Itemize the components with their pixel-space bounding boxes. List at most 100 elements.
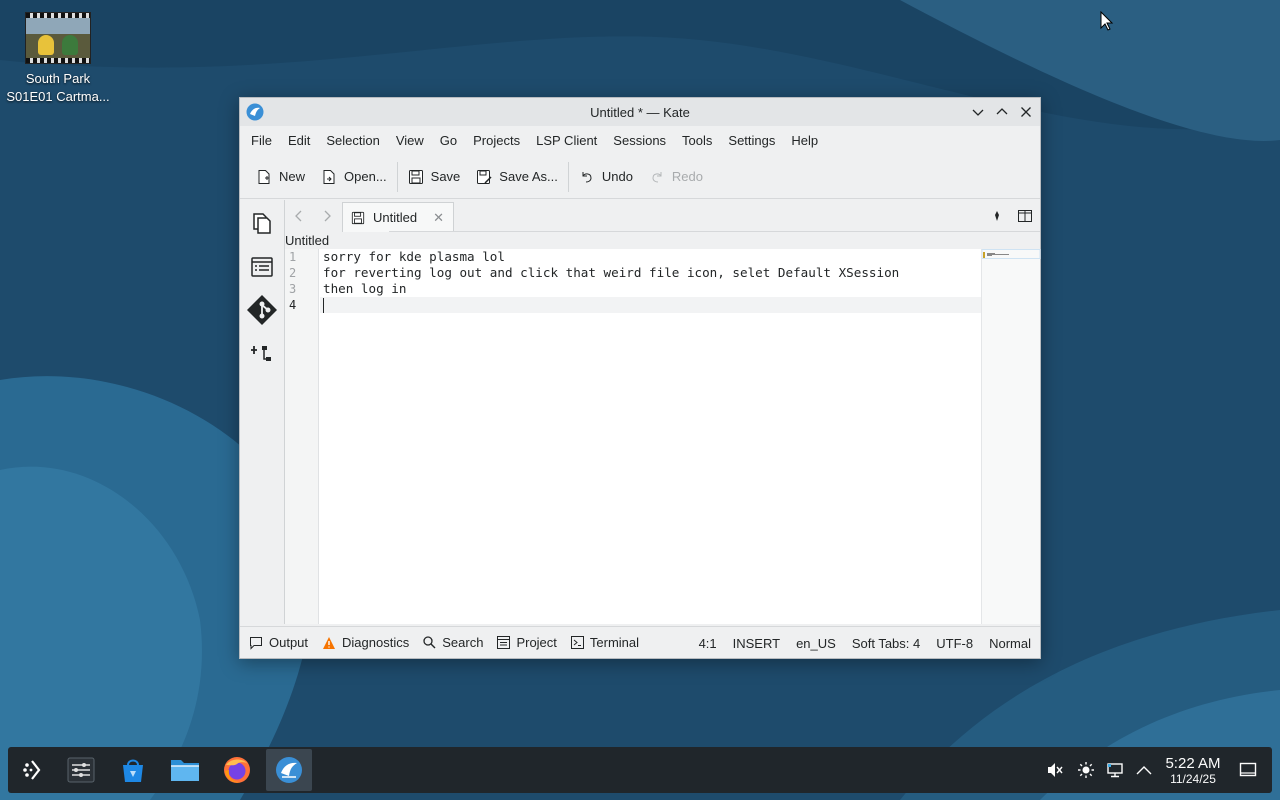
clock-date: 11/24/25 — [1170, 772, 1216, 786]
desktop-file-label-line1: South Park — [25, 71, 91, 86]
kate-window: Untitled * — Kate File Edit Selection Vi… — [239, 97, 1041, 659]
project-panel-button[interactable]: Project — [490, 635, 563, 650]
terminal-label: Terminal — [589, 635, 640, 650]
taskbar: 5:22 AM 11/24/25 — [8, 747, 1272, 793]
cursor-position[interactable]: 4:1 — [691, 636, 725, 651]
maximize-button[interactable] — [992, 102, 1012, 122]
save-icon — [408, 169, 423, 184]
edit-mode[interactable]: INSERT — [725, 636, 788, 651]
title-bar[interactable]: Untitled * — Kate — [240, 98, 1040, 126]
documents-icon — [253, 213, 271, 234]
symbols-panel-button[interactable] — [245, 250, 279, 284]
code-line: sorry for kde plasma lol — [323, 249, 505, 264]
video-thumbnail — [25, 12, 91, 64]
search-panel-button[interactable]: Search — [416, 635, 490, 650]
line-number: 3 — [289, 282, 297, 296]
save-as-icon — [477, 169, 492, 184]
kate-app-icon — [276, 757, 302, 783]
chevron-left-icon — [295, 210, 302, 222]
desktop-file-icon[interactable]: South Park S01E01 Cartma... — [4, 12, 112, 106]
taskbar-firefox[interactable] — [214, 749, 260, 791]
undo-button[interactable]: Undo — [571, 161, 641, 193]
line-number: 2 — [289, 266, 297, 280]
input-mode[interactable]: Normal — [981, 636, 1040, 651]
documents-panel-button[interactable] — [245, 206, 279, 240]
search-label: Search — [442, 635, 484, 650]
tab-label: Untitled — [373, 210, 418, 225]
projects-panel-button[interactable] — [245, 337, 279, 371]
line-number: 1 — [289, 250, 297, 264]
split-view-icon — [1018, 210, 1032, 222]
diagnostics-label: Diagnostics — [342, 635, 410, 650]
encoding[interactable]: UTF-8 — [928, 636, 981, 651]
diagnostics-panel-button[interactable]: Diagnostics — [315, 635, 416, 650]
menu-edit[interactable]: Edit — [280, 126, 318, 155]
menu-go[interactable]: Go — [432, 126, 465, 155]
menu-file[interactable]: File — [243, 126, 280, 155]
settings-sliders-icon — [67, 757, 95, 783]
menu-sessions[interactable]: Sessions — [605, 126, 674, 155]
menu-tools[interactable]: Tools — [674, 126, 720, 155]
save-icon — [351, 211, 365, 224]
terminal-panel-button[interactable]: Terminal — [564, 635, 646, 650]
menu-selection[interactable]: Selection — [318, 126, 387, 155]
close-button[interactable] — [1016, 102, 1036, 122]
menu-projects[interactable]: Projects — [465, 126, 528, 155]
code-line: then log in — [323, 281, 407, 296]
show-desktop-icon[interactable] — [1238, 760, 1258, 780]
menu-help[interactable]: Help — [783, 126, 826, 155]
folder-icon — [171, 760, 199, 781]
close-icon — [1021, 107, 1031, 117]
shopping-bag-icon — [123, 759, 143, 782]
redo-button[interactable]: Redo — [641, 161, 711, 193]
desktop-file-label-line2: S01E01 Cartma... — [6, 89, 110, 104]
save-as-button[interactable]: Save As... — [468, 161, 566, 193]
volume-muted-icon[interactable] — [1045, 760, 1065, 780]
minimize-button[interactable] — [968, 102, 988, 122]
text-caret — [323, 298, 324, 313]
list-icon — [497, 636, 511, 649]
breadcrumb[interactable]: Untitled — [285, 233, 329, 249]
mouse-cursor-icon — [1100, 11, 1114, 31]
minimap[interactable] — [981, 249, 1041, 624]
warning-icon — [323, 636, 336, 649]
undo-icon — [582, 171, 592, 182]
quick-open-button[interactable] — [989, 208, 1005, 224]
tab-untitled[interactable]: Untitled ✕ — [342, 202, 454, 232]
taskbar-discover[interactable] — [110, 749, 156, 791]
forward-button[interactable] — [319, 208, 335, 224]
menu-settings[interactable]: Settings — [720, 126, 783, 155]
clock-time: 5:22 AM — [1165, 755, 1221, 772]
menu-lsp-client[interactable]: LSP Client — [528, 126, 605, 155]
application-launcher-button[interactable] — [10, 749, 56, 791]
chevron-up-icon[interactable] — [1134, 760, 1154, 780]
status-bar: Output Diagnostics Search Project Termin… — [240, 626, 1040, 658]
tab-bar: Untitled ✕ — [285, 200, 1040, 232]
indentation-setting[interactable]: Soft Tabs: 4 — [844, 636, 928, 651]
new-button[interactable]: New — [248, 161, 313, 193]
git-panel-button[interactable] — [245, 293, 279, 327]
output-panel-button[interactable]: Output — [242, 635, 315, 650]
chevron-right-icon — [324, 210, 331, 222]
taskbar-kate[interactable] — [266, 749, 312, 791]
chevron-up-icon — [996, 108, 1008, 115]
open-button[interactable]: Open... — [313, 161, 395, 193]
code-line: for reverting log out and click that wei… — [323, 265, 900, 280]
speech-bubble-icon — [250, 636, 262, 650]
digital-clock[interactable]: 5:22 AM 11/24/25 — [1158, 755, 1228, 786]
close-tab-icon[interactable]: ✕ — [433, 210, 444, 226]
text-editor[interactable]: 1 2 3 4 sorry for kde plasma lol for rev… — [285, 249, 1041, 624]
taskbar-dolphin[interactable] — [162, 749, 208, 791]
toolbar-separator — [396, 161, 398, 192]
project-tree-icon — [251, 346, 271, 361]
back-button[interactable] — [291, 208, 307, 224]
network-wired-icon[interactable] — [1105, 760, 1125, 780]
dictionary-language[interactable]: en_US — [788, 636, 844, 651]
save-button[interactable]: Save — [400, 161, 469, 193]
taskbar-system-settings[interactable] — [58, 749, 104, 791]
split-view-button[interactable] — [1017, 208, 1033, 224]
firefox-icon — [224, 757, 250, 783]
main-toolbar: New Open... Save Save As... Undo Redo — [240, 155, 1040, 199]
menu-view[interactable]: View — [388, 126, 432, 155]
brightness-icon[interactable] — [1076, 760, 1096, 780]
